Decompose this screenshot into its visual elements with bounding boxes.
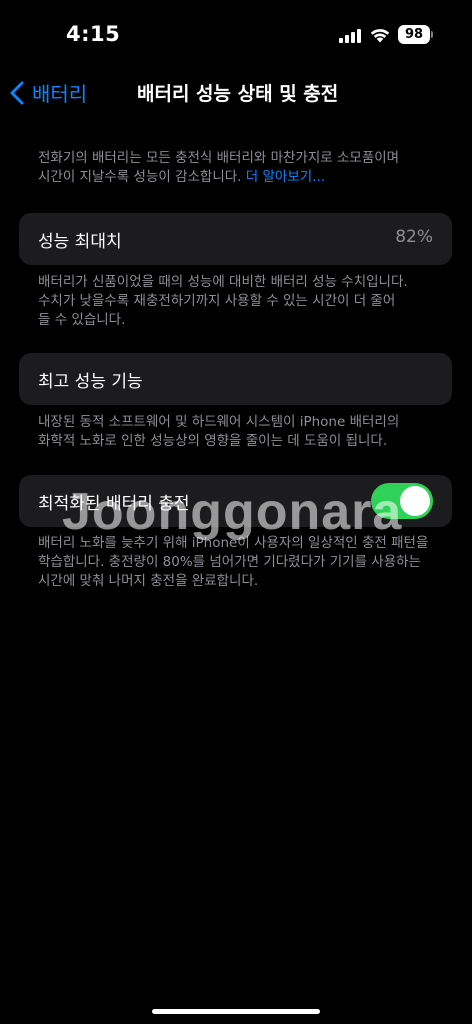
battery-icon: 98 [398,25,430,44]
peak-desc-line-1: 내장된 동적 소프트웨어 및 하드웨어 시스템이 iPhone 배터리의 [38,414,400,430]
max-capacity-desc-line-3: 들 수 있습니다. [38,312,126,328]
back-button[interactable]: 배터리 [10,78,87,107]
chevron-left-icon [10,81,24,104]
status-bar: 4:15 98 [0,0,472,70]
page-title: 배터리 성능 상태 및 충전 [137,83,339,105]
intro-line-2-text: 시간이 지날수록 성능이 감소합니다. [38,169,246,185]
max-capacity-description: 배터리가 신품이었을 때의 성능에 대비한 배터리 성능 수치입니다. 수치가 … [38,273,438,330]
optimized-desc-line-1: 배터리 노화를 늦추기 위해 iPhone이 사용자의 일상적인 충전 패턴을 [38,535,429,551]
cellular-signal-icon [339,29,361,43]
learn-more-link[interactable]: 더 알아보기... [246,169,325,185]
optimized-desc-line-3: 시간에 맞춰 나머지 충전을 완료합니다. [38,573,259,589]
max-capacity-desc-line-1: 배터리가 신품이었을 때의 성능에 대비한 배터리 성능 수치입니다. [38,274,408,290]
optimized-desc-line-2: 학습합니다. 충전량이 80%를 넘어가면 기다렸다가 기기를 사용하는 [38,554,421,570]
toggle-knob [400,486,430,516]
optimized-charging-description: 배터리 노화를 늦추기 위해 iPhone이 사용자의 일상적인 충전 패턴을 … [38,534,438,591]
peak-desc-line-2: 화학적 노화로 인한 성능상의 영향을 줄이는 데 도움이 됩니다. [38,433,388,449]
home-indicator[interactable] [152,1009,320,1014]
wifi-icon [369,26,391,47]
max-capacity-label: 성능 최대치 [38,232,122,252]
optimized-charging-label: 최적화된 배터리 충전 [38,494,190,514]
battery-tip [431,31,433,38]
status-time: 4:15 [66,22,121,46]
max-capacity-value: 82% [395,227,433,247]
peak-performance-row: 최고 성능 기능 [19,353,452,405]
peak-performance-description: 내장된 동적 소프트웨어 및 하드웨어 시스템이 iPhone 배터리의 화학적… [38,413,438,451]
optimized-charging-toggle[interactable] [371,483,433,519]
max-capacity-row: 성능 최대치 82% [19,213,452,265]
max-capacity-desc-line-2: 수치가 낮을수록 재충전하기까지 사용할 수 있는 시간이 더 줄어 [38,293,396,309]
peak-performance-label: 최고 성능 기능 [38,372,143,392]
intro-line-1: 전화기의 배터리는 모든 충전식 배터리와 마찬가지로 소모품이며 [38,150,400,166]
intro-line-2: 시간이 지날수록 성능이 감소합니다. 더 알아보기... [38,168,438,187]
navigation-bar: 배터리 배터리 성능 상태 및 충전 [0,72,472,112]
back-label: 배터리 [32,82,88,106]
optimized-charging-row: 최적화된 배터리 충전 [19,475,452,527]
intro-text: 전화기의 배터리는 모든 충전식 배터리와 마찬가지로 소모품이며 시간이 지날… [38,149,438,187]
